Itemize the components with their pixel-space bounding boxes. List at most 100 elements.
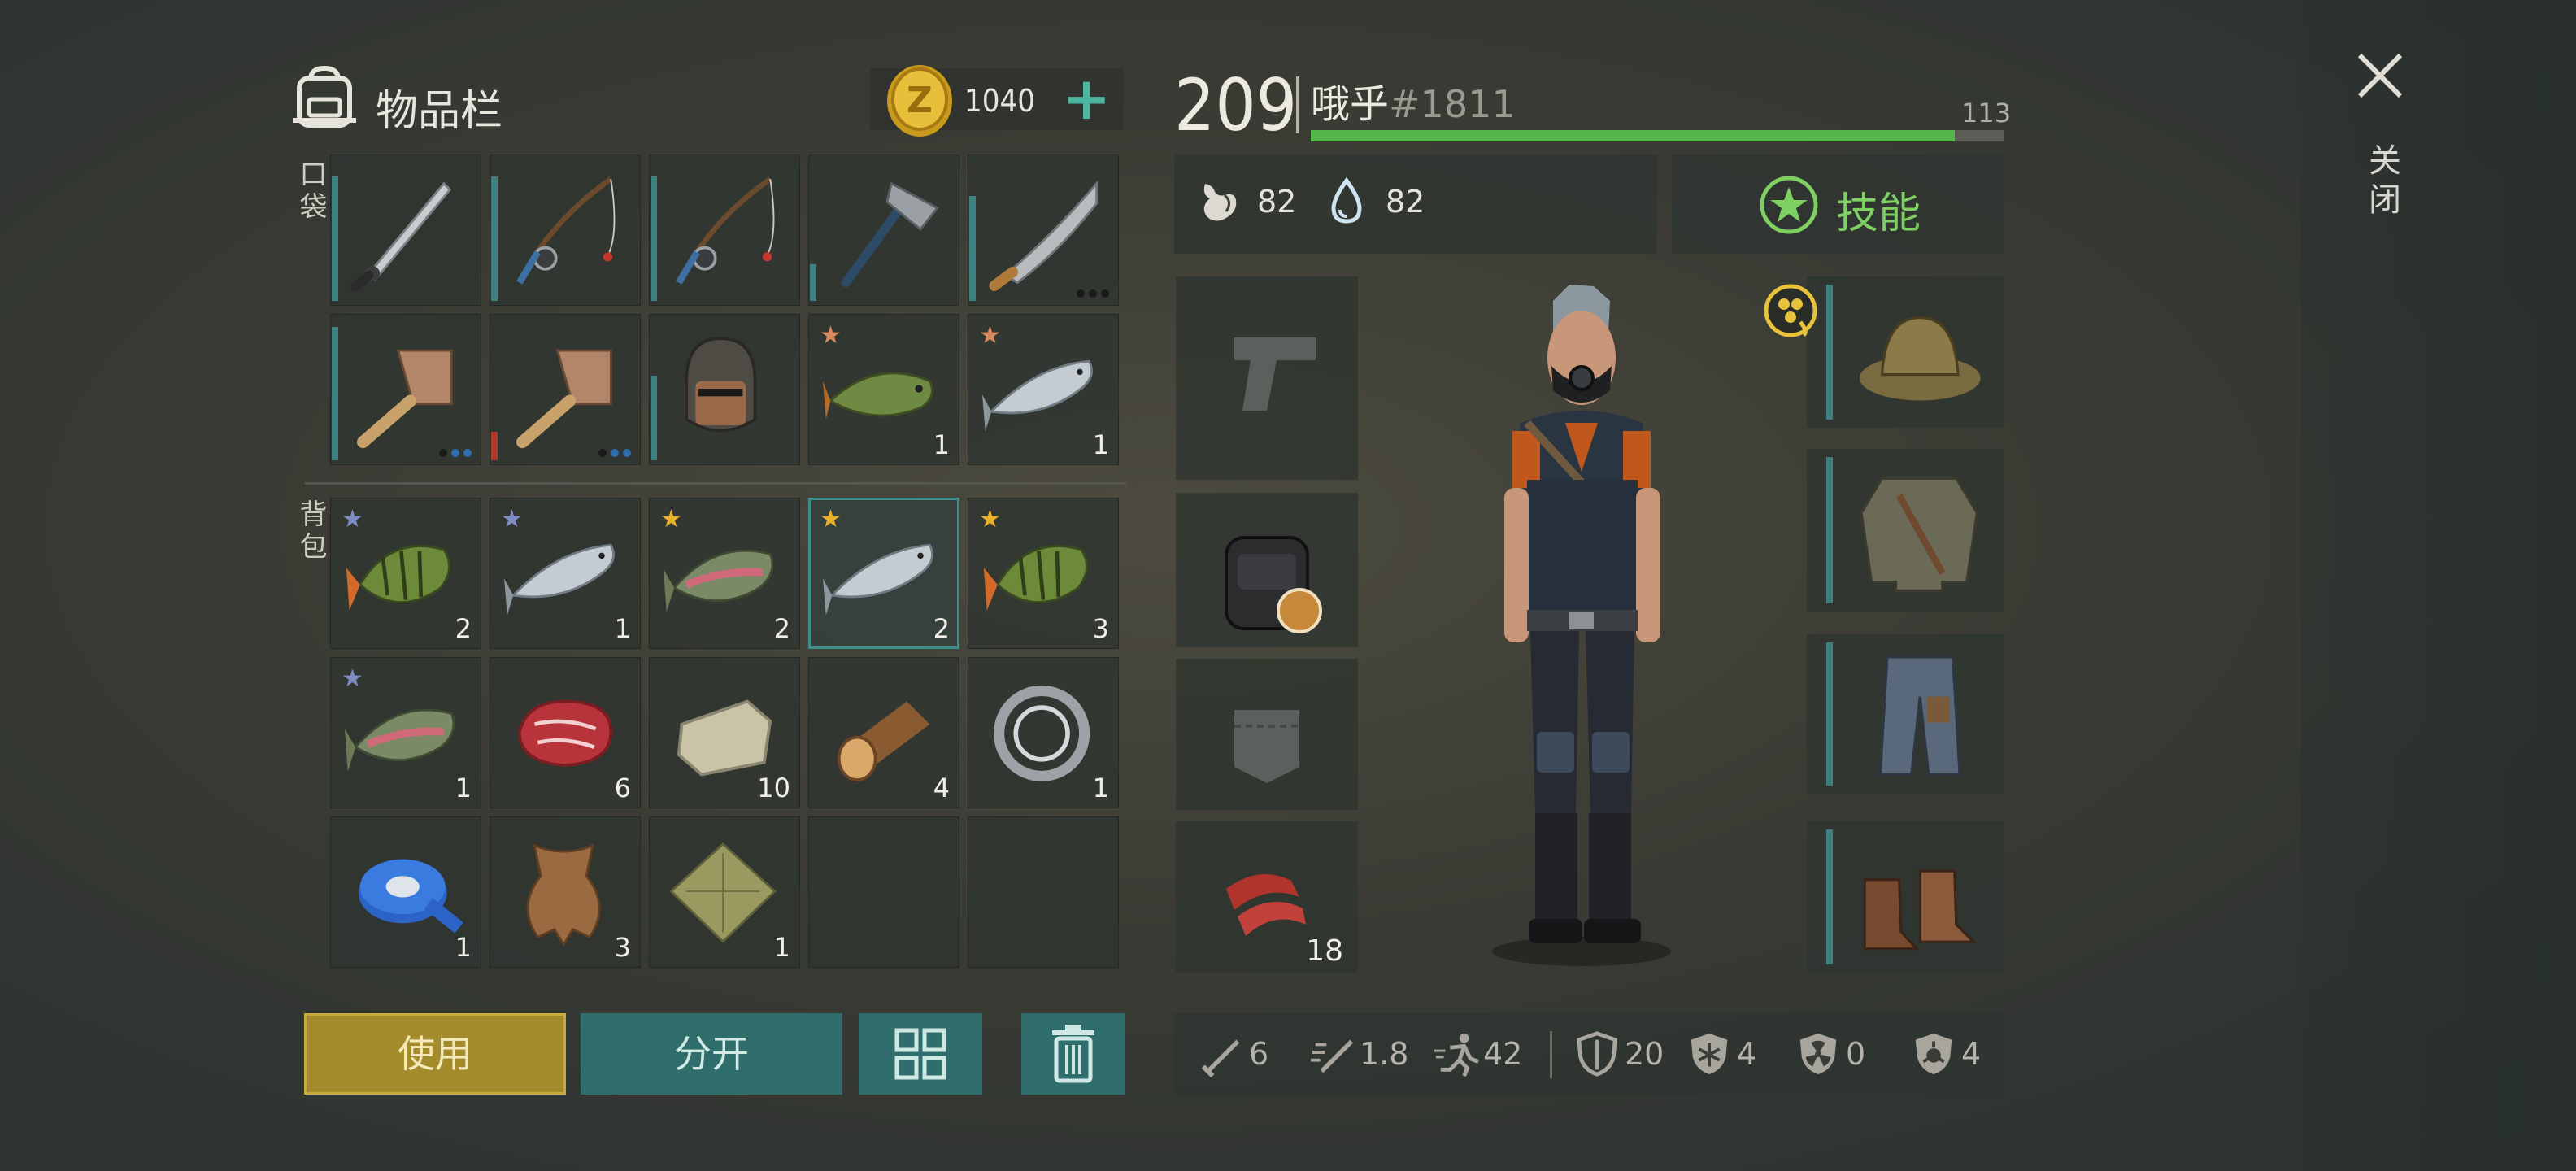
item-quantity: 1 (1092, 773, 1109, 803)
right-side-panel (2301, 0, 2576, 1171)
item-quantity: 1 (455, 773, 472, 803)
equipment-slot[interactable] (1807, 634, 2004, 794)
armor-icon (1577, 1031, 1617, 1077)
durability-bar (1826, 285, 1833, 420)
item-quantity: 3 (614, 932, 631, 963)
backpack-slot[interactable] (968, 816, 1119, 968)
backpack-slot[interactable]: ★ 1 (490, 498, 641, 649)
upgrade-dots (598, 449, 631, 457)
pocket-slot[interactable] (649, 155, 800, 306)
rarity-star-icon: ★ (342, 505, 363, 533)
move-speed-icon (1434, 1033, 1479, 1077)
boots-icon (1863, 869, 1977, 951)
item-quantity: 2 (773, 613, 790, 644)
sort-button[interactable] (859, 1013, 982, 1095)
pocket-slot[interactable] (649, 314, 800, 465)
pocket-slot[interactable] (490, 155, 641, 306)
upgrade-dot (451, 449, 459, 457)
rarity-star-icon: ★ (979, 505, 1001, 533)
pocket-slot[interactable] (490, 314, 641, 465)
backpack-slot[interactable]: ★ 2 (330, 498, 481, 649)
stat-item: 4 (1686, 1031, 1756, 1077)
stat-value: 1.8 (1360, 1036, 1409, 1072)
upgrade-dot (611, 449, 619, 457)
backpack-slot[interactable]: ★ 3 (968, 498, 1119, 649)
item-quantity: 4 (933, 773, 950, 803)
stat-value: 42 (1483, 1036, 1523, 1072)
stomach-icon (1203, 184, 1237, 221)
player-name: 哦乎#1811 (1311, 72, 1516, 128)
stat-item: 0 (1795, 1031, 1865, 1077)
character-model (1492, 285, 1671, 966)
backpack-slot[interactable]: ★ 1 (330, 657, 481, 808)
backpack-slot[interactable]: 10 (649, 657, 800, 808)
backpack-slot[interactable]: 1 (968, 657, 1119, 808)
durability-bar (1826, 829, 1833, 964)
equipment-slot[interactable] (1807, 449, 2004, 612)
backpack-label: 背包 (294, 499, 327, 564)
food-value: 82 (1257, 184, 1297, 220)
pocket-label: 口袋 (294, 159, 327, 224)
hat-icon (1859, 316, 1981, 401)
trash-button[interactable] (1021, 1013, 1125, 1095)
pocket-slot[interactable] (968, 155, 1119, 306)
item-quantity: 1 (773, 932, 790, 963)
equipment-slot[interactable] (1176, 659, 1358, 810)
backpack-slot[interactable]: ★ 2 (649, 498, 800, 649)
equipment-slot[interactable]: 18 (1176, 821, 1358, 973)
close-label[interactable]: 关闭 (2358, 143, 2405, 221)
pants-icon (1878, 655, 1961, 776)
item-quantity: 1 (455, 932, 472, 963)
axe-icon (841, 181, 939, 288)
add-coins-button[interactable]: + (1062, 69, 1111, 128)
pocket-slot[interactable] (808, 155, 959, 306)
rarity-star-icon: ★ (342, 664, 363, 693)
backpack-slot[interactable]: 6 (490, 657, 641, 808)
backpack-icon (1225, 536, 1322, 633)
player-level: 209 (1174, 63, 1298, 147)
backpack-slot[interactable] (808, 816, 959, 968)
upgrade-dot (1101, 289, 1109, 298)
backpack-slot[interactable]: 4 (808, 657, 959, 808)
durability-bar (1826, 457, 1833, 603)
stat-value: 4 (1737, 1036, 1757, 1072)
grid-icon (894, 1028, 946, 1080)
backpack-slot[interactable]: 3 (490, 816, 641, 968)
xp-bar (1311, 130, 2004, 141)
machete-icon (989, 180, 1099, 291)
equipment-slot[interactable] (1176, 276, 1358, 480)
coin-icon: Z (887, 65, 952, 137)
coin-amount: 1040 (964, 83, 1035, 119)
cold-resist-icon (1690, 1033, 1728, 1075)
durability-bar (332, 176, 338, 301)
rarity-star-icon: ★ (501, 505, 523, 533)
split-button[interactable]: 分开 (581, 1013, 842, 1095)
fishing-rod-icon (676, 176, 775, 285)
stat-value: 4 (1961, 1036, 1982, 1072)
upgrade-dots (439, 449, 472, 457)
star-badge-icon (1760, 176, 1818, 234)
stat-item: 20 (1574, 1031, 1664, 1077)
backpack-slot[interactable]: 1 (330, 816, 481, 968)
backpack-slot[interactable]: 1 (649, 816, 800, 968)
pocket-slot[interactable]: ★ 1 (968, 314, 1119, 465)
equipment-slot[interactable] (1807, 276, 2004, 428)
bearing-icon (994, 685, 1090, 781)
pocket-slot[interactable] (330, 314, 481, 465)
inventory-title: 物品栏 (376, 87, 503, 136)
cleaver-icon (357, 349, 453, 449)
stat-item: 42 (1433, 1031, 1522, 1077)
cloth-icon (669, 842, 777, 943)
close-icon[interactable] (2353, 49, 2407, 102)
equipment-slot[interactable] (1176, 493, 1358, 647)
equipment-slot[interactable] (1807, 821, 2004, 973)
pocket-slot[interactable] (330, 155, 481, 306)
mod-icon[interactable] (1761, 281, 1820, 340)
backpack-slot[interactable]: ★ 2 (808, 498, 959, 649)
hide-icon (526, 843, 601, 947)
pocket-slot[interactable]: ★ 1 (808, 314, 959, 465)
player-name-text: 哦乎 (1311, 81, 1390, 127)
durability-bar (969, 196, 976, 301)
jacket-icon (1860, 477, 1979, 592)
use-button[interactable]: 使用 (304, 1013, 566, 1095)
